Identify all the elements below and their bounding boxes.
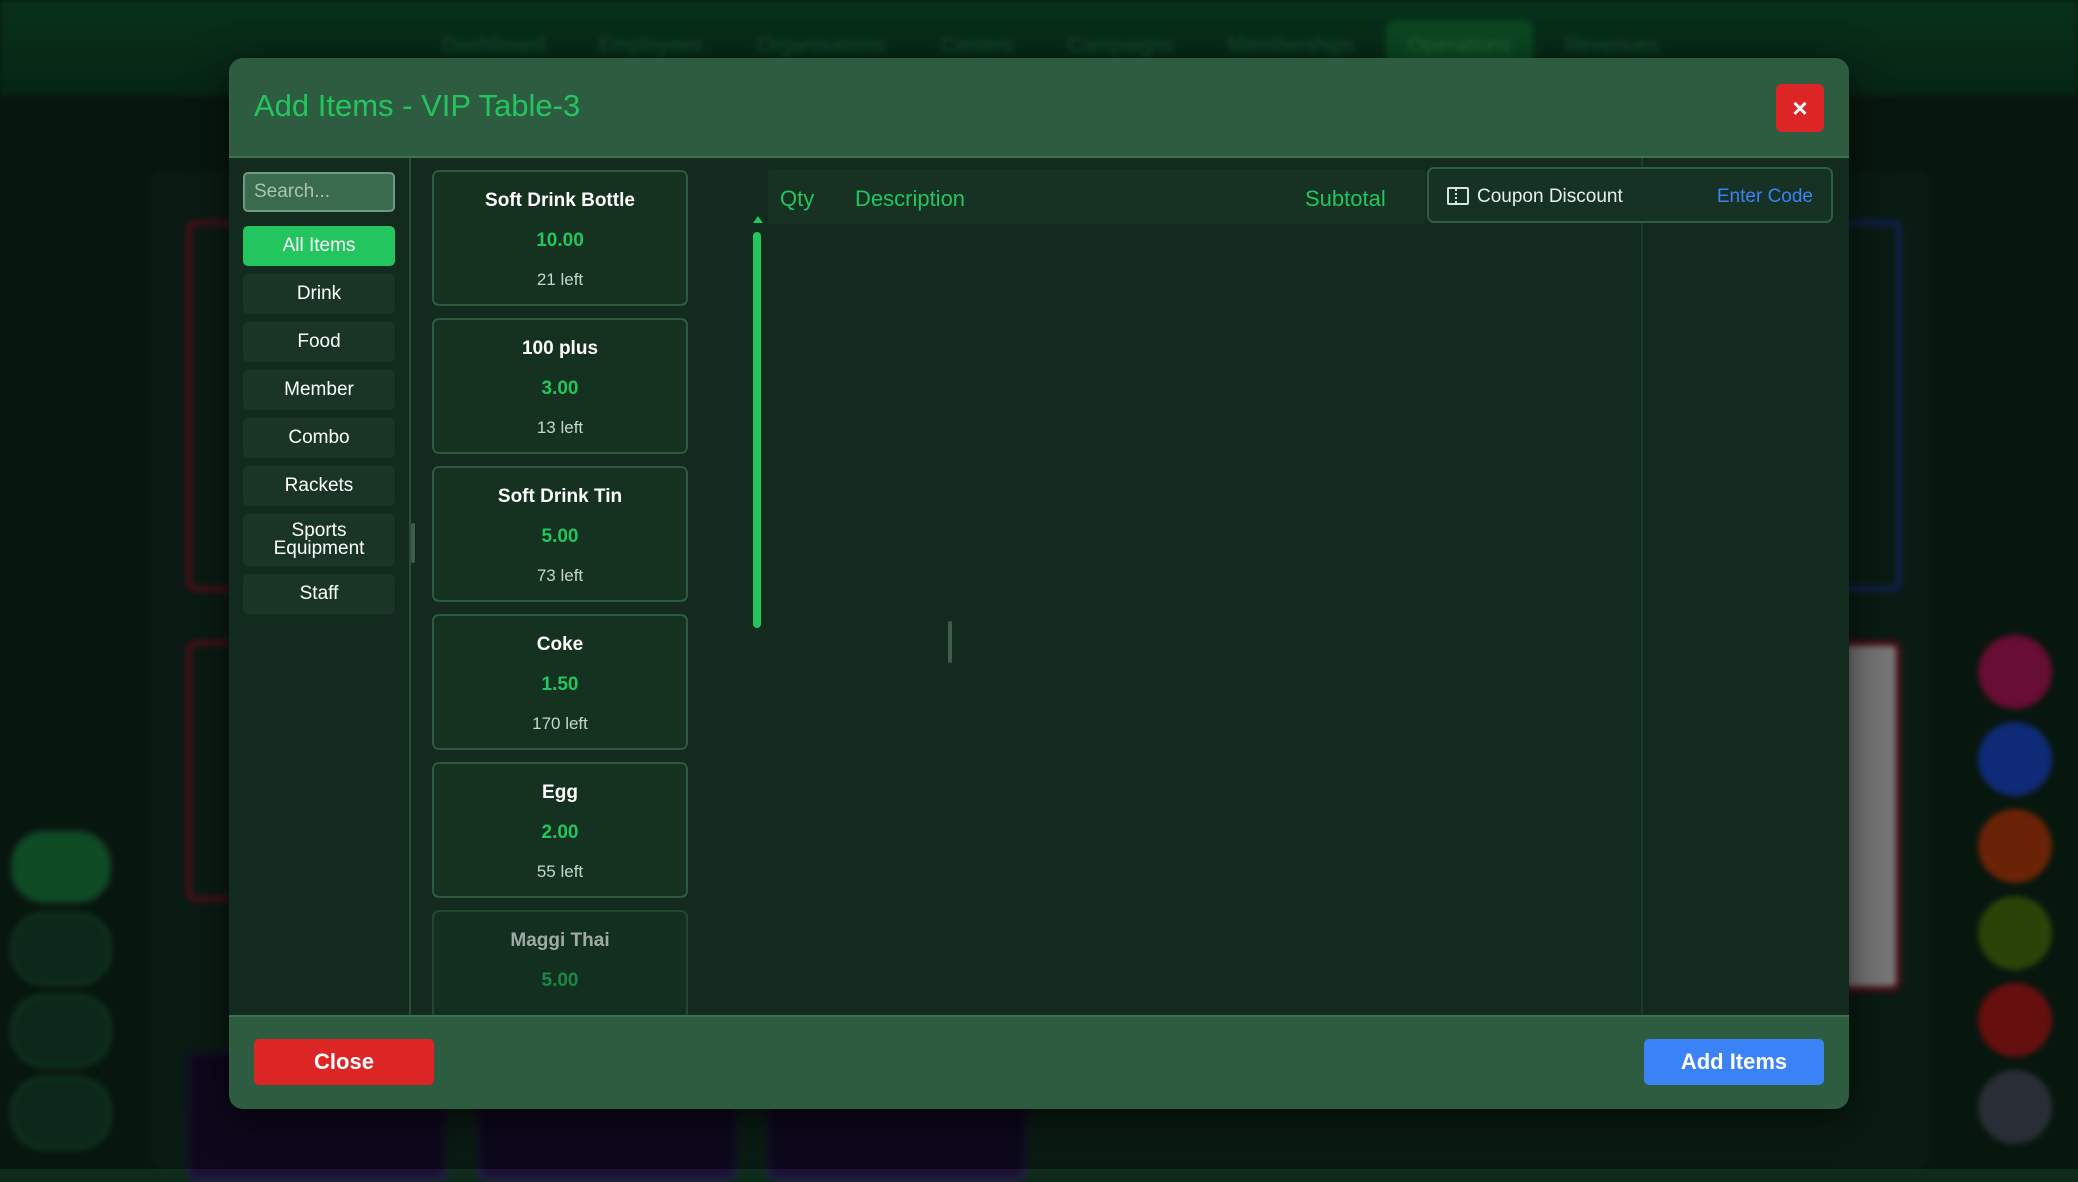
product-card[interactable]: 100 plus 3.00 13 left — [432, 318, 688, 454]
product-list: Soft Drink Bottle 10.00 21 left 100 plus 3.0… — [432, 170, 688, 1058]
order-table-header: Qty Description Subtotal — [768, 170, 1426, 224]
order-panel: Qty Description Subtotal — [742, 158, 1643, 1073]
category-food-button[interactable]: Food — [243, 322, 395, 362]
product-stock: 55 left — [536, 862, 584, 881]
product-price: 10.00 — [536, 230, 584, 251]
product-stock: 13 left — [536, 418, 584, 437]
category-list: All Items Drink Food Member Combo Rackets Spor… — [243, 226, 395, 622]
header-qty: Qty — [780, 186, 815, 211]
product-stock: 170 left — [532, 714, 588, 733]
product-card[interactable]: Egg 2.00 55 left — [432, 762, 688, 898]
product-name: Soft Drink Tin — [497, 486, 623, 507]
product-name: 100 plus — [521, 338, 599, 359]
coupon-discount-box: Coupon Discount Enter Code — [1427, 167, 1833, 223]
category-member-button[interactable]: Member — [243, 370, 395, 410]
category-sports-equipment-button[interactable]: Sports Equipment — [243, 514, 395, 566]
product-price: 5.00 — [541, 970, 579, 991]
product-card[interactable]: Soft Drink Tin 5.00 73 left — [432, 466, 688, 602]
product-price: 3.00 — [541, 378, 579, 399]
category-panel: All Items Drink Food Member Combo Rackets Spor… — [229, 158, 411, 1073]
modal-header: Add Items - VIP Table-3 × — [229, 58, 1849, 158]
category-combo-button[interactable]: Combo — [243, 418, 395, 458]
product-name: Coke — [536, 634, 584, 655]
add-items-modal: Add Items - VIP Table-3 × All Items Drink… — [229, 58, 1849, 1109]
close-icon-button[interactable]: × — [1776, 84, 1824, 132]
modal-footer: Close Add Items — [229, 1015, 1849, 1109]
enter-code-link[interactable]: Enter Code — [1717, 186, 1813, 208]
header-subtotal: Subtotal — [1305, 186, 1386, 211]
product-stock: 73 left — [536, 566, 584, 585]
close-button[interactable]: Close — [254, 1039, 434, 1085]
product-name: Maggi Thai — [510, 930, 610, 951]
category-drink-button[interactable]: Drink — [243, 274, 395, 314]
modal-title: Add Items - VIP Table-3 — [254, 88, 581, 123]
product-stock: 21 left — [536, 270, 584, 289]
product-panel: Soft Drink Bottle 10.00 21 left 100 plus 3.0… — [411, 158, 721, 1073]
product-price: 5.00 — [541, 526, 579, 547]
coupon-label: Coupon Discount — [1477, 186, 1623, 207]
product-name: Egg — [542, 782, 578, 803]
product-card[interactable]: Coke 1.50 170 left — [432, 614, 688, 750]
ticket-icon — [1447, 187, 1469, 205]
header-description: Description — [855, 186, 966, 211]
product-price: 2.00 — [541, 822, 579, 843]
category-rackets-button[interactable]: Rackets — [243, 466, 395, 506]
product-card[interactable]: Soft Drink Bottle 10.00 21 left — [432, 170, 688, 306]
category-all-items-button[interactable]: All Items — [243, 226, 395, 266]
category-staff-button[interactable]: Staff — [243, 574, 395, 614]
search-input[interactable] — [243, 172, 395, 212]
add-items-button[interactable]: Add Items — [1644, 1039, 1824, 1085]
product-price: 1.50 — [541, 674, 579, 695]
product-name: Soft Drink Bottle — [485, 190, 635, 211]
